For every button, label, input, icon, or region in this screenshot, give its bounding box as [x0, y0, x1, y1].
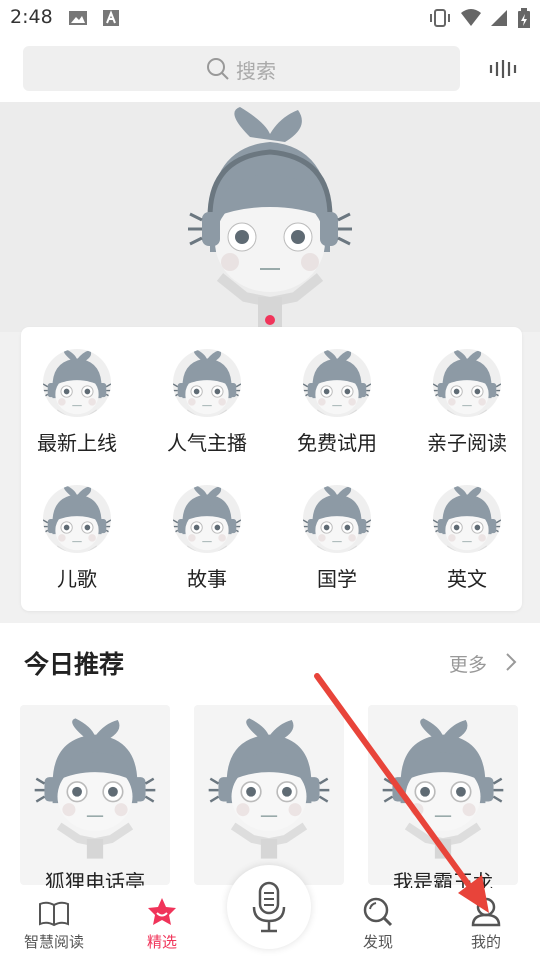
category-label: 儿歌 — [57, 567, 97, 591]
search-icon — [207, 58, 229, 80]
mascot-avatar-icon — [173, 349, 241, 417]
category-label: 亲子阅读 — [427, 431, 507, 455]
tab-label: 发现 — [362, 933, 393, 951]
tab-label: 精选 — [146, 933, 177, 951]
recommend-cover-image — [208, 718, 330, 859]
category-avatar — [433, 349, 501, 417]
mascot-avatar-icon — [173, 485, 241, 553]
category-label: 最新上线 — [37, 431, 117, 455]
category-item[interactable]: 英文 — [407, 485, 527, 592]
banner-mascot-image — [188, 107, 352, 327]
mascot-avatar-icon — [43, 349, 111, 417]
category-item[interactable]: 人气主播 — [147, 349, 267, 456]
category-avatar — [43, 485, 111, 553]
category-label: 故事 — [187, 567, 227, 591]
category-avatar — [433, 485, 501, 553]
microphone-icon — [252, 881, 286, 933]
tab-label: 智慧阅读 — [23, 933, 84, 951]
category-label: 免费试用 — [297, 431, 377, 455]
recommend-cover-image — [34, 718, 156, 859]
status-bar: 2:48 — [0, 0, 540, 38]
recommend-card[interactable] — [368, 705, 518, 885]
section-title: 今日推荐 — [24, 650, 125, 679]
category-item[interactable]: 免费试用 — [277, 349, 397, 456]
category-avatar — [173, 485, 241, 553]
font-notification-icon — [103, 10, 119, 26]
recommend-cover-image — [382, 718, 504, 859]
category-label: 英文 — [447, 567, 487, 591]
category-label: 人气主播 — [167, 431, 247, 455]
image-notification-icon — [69, 11, 87, 25]
battery-icon — [518, 8, 530, 28]
recommend-card[interactable] — [20, 705, 170, 885]
category-avatar — [43, 349, 111, 417]
banner-carousel[interactable] — [0, 102, 540, 332]
tab-smart-reading[interactable]: 智慧阅读 — [14, 893, 94, 952]
mascot-avatar-icon — [433, 485, 501, 553]
tab-mine[interactable]: 我的 — [446, 893, 526, 952]
category-label: 国学 — [317, 567, 357, 591]
star-face-icon — [148, 898, 176, 925]
mascot-avatar-icon — [303, 485, 371, 553]
voice-wave-icon[interactable] — [489, 58, 519, 80]
tab-featured[interactable]: 精选 — [122, 893, 202, 952]
chevron-right-icon[interactable] — [505, 652, 517, 672]
category-item[interactable]: 最新上线 — [17, 349, 137, 456]
status-time: 2:48 — [10, 6, 53, 28]
category-item[interactable]: 儿歌 — [17, 485, 137, 592]
mascot-avatar-icon — [303, 349, 371, 417]
category-item[interactable]: 亲子阅读 — [407, 349, 527, 456]
carousel-indicator-dot — [265, 315, 275, 325]
category-item[interactable]: 国学 — [277, 485, 397, 592]
category-avatar — [303, 485, 371, 553]
mascot-avatar-icon — [43, 485, 111, 553]
vibrate-icon — [430, 9, 450, 27]
search-icon — [363, 897, 393, 927]
category-item[interactable]: 故事 — [147, 485, 267, 592]
wifi-icon — [461, 9, 481, 26]
category-avatar — [303, 349, 371, 417]
mascot-avatar-icon — [433, 349, 501, 417]
tab-label: 我的 — [470, 933, 501, 951]
tab-discover[interactable]: 发现 — [338, 893, 418, 952]
more-link[interactable]: 更多 — [449, 650, 487, 677]
search-placeholder: 搜索 — [236, 59, 276, 83]
category-avatar — [173, 349, 241, 417]
person-icon — [471, 897, 501, 927]
signal-icon — [491, 10, 507, 26]
recommend-card[interactable] — [194, 705, 344, 885]
book-icon — [39, 901, 69, 927]
microphone-button[interactable] — [227, 865, 311, 949]
